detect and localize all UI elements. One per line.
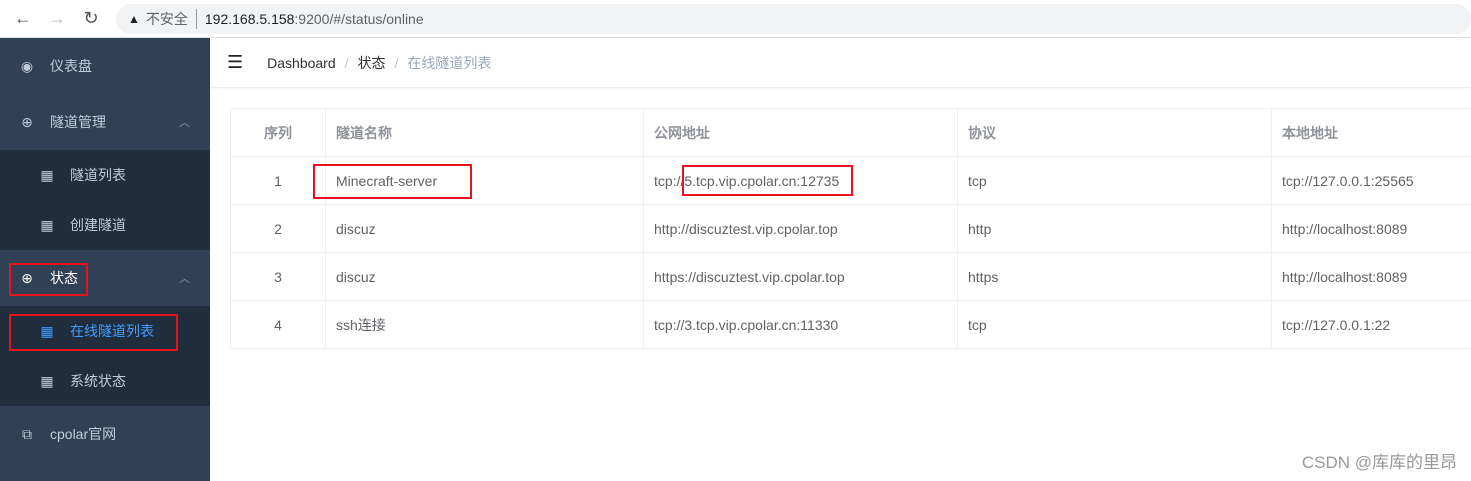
chevron-up-icon: ︿ (179, 273, 190, 285)
col-header: 本地地址 (1271, 108, 1471, 157)
sidebar: ◉ 仪表盘 ⊕ 隧道管理 ︿ ▦ 隧道列表 ▦ 创建隧道 ⊕ 状态 ︿ ▦ 在线隧道列表 ▦ 系统… (0, 38, 210, 481)
browser-toolbar: ← → ↻ ▲ 不安全 192.168.5.158:9200/#/status/… (0, 0, 1471, 38)
url-host: 192.168.5.158 (204, 10, 295, 27)
table-icon: ▦ (40, 372, 54, 389)
warning-icon: ▲ (128, 11, 140, 26)
table-cell: https://discuztest.vip.cpolar.top (643, 252, 958, 301)
label: 隧道列表 (70, 167, 126, 183)
table-cell: tcp://127.0.0.1:25565 (1271, 156, 1471, 205)
tunnel-table: 序列 隧道名称 公网地址 协议 本地地址 1 Minecraft-server tc… (230, 108, 1471, 349)
table-icon: ▦ (40, 216, 54, 233)
table-cell: 1 (230, 156, 326, 205)
breadcrumb-current: 在线隧道列表 (407, 54, 492, 71)
col-header: 隧道名称 (325, 108, 644, 157)
main-content: ☰ Dashboard / 状态 / 在线隧道列表 序列 隧道名称 公网地址 协议 … (210, 38, 1471, 481)
col-header: 公网地址 (643, 108, 958, 157)
table-cell: tcp://3.tcp.vip.cpolar.cn:11330 (643, 300, 958, 349)
table-cell: http://localhost:8089 (1271, 204, 1471, 253)
table-cell: http (957, 204, 1272, 253)
table-cell: http://localhost:8089 (1271, 252, 1471, 301)
table-header: 序列 隧道名称 公网地址 协议 本地地址 (230, 108, 1471, 157)
label: 隧道管理 (50, 114, 106, 130)
sidebar-item-dashboard[interactable]: ◉ 仪表盘 (0, 38, 210, 94)
sidebar-item-system-status[interactable]: ▦ 系统状态 (0, 356, 210, 406)
table-cell: 3 (230, 252, 326, 301)
table-cell: discuz (325, 252, 644, 301)
url-path: :9200/#/status/online (294, 10, 424, 27)
table-row: 3 discuz https://discuztest.vip.cpolar.top… (230, 252, 1471, 301)
circle-icon: ⊕ (21, 113, 33, 130)
dashboard-icon: ◉ (20, 57, 34, 74)
separator: / (394, 54, 399, 71)
table-cell: 2 (230, 204, 326, 253)
label: 创建隧道 (70, 217, 126, 233)
col-header: 协议 (957, 108, 1272, 157)
watermark: CSDN @库库的里昂 (1301, 453, 1457, 472)
sidebar-item-tunnel-list[interactable]: ▦ 隧道列表 (0, 150, 210, 200)
highlight-box (682, 165, 853, 196)
breadcrumb-status: 状态 (357, 54, 386, 71)
table-icon: ▦ (40, 166, 54, 183)
table-cell: https (957, 252, 1272, 301)
col-header: 序列 (230, 108, 326, 157)
insecure-label: 不安全 (146, 8, 197, 29)
separator: / (344, 54, 349, 71)
address-bar[interactable]: ▲ 不安全 192.168.5.158:9200/#/status/online (116, 3, 1471, 34)
table-cell: ssh连接 (325, 300, 644, 349)
reload-icon[interactable]: ↻ (80, 8, 102, 29)
table-cell: tcp://127.0.0.1:22 (1271, 300, 1471, 349)
header: ☰ Dashboard / 状态 / 在线隧道列表 (210, 38, 1471, 88)
highlight-box (9, 314, 178, 351)
table-row: 4 ssh连接 tcp://3.tcp.vip.cpolar.cn:11330 tcp… (230, 300, 1471, 349)
menu-toggle-icon[interactable]: ☰ (227, 52, 243, 73)
highlight-box (313, 164, 472, 199)
sidebar-item-tunnel-mgmt[interactable]: ⊕ 隧道管理 ︿ (0, 94, 210, 150)
external-link-icon: ⧉ (22, 425, 32, 442)
chevron-up-icon: ︿ (179, 117, 190, 129)
table-row: 2 discuz http://discuztest.vip.cpolar.top h… (230, 204, 1471, 253)
label: 仪表盘 (50, 58, 92, 74)
breadcrumb-dashboard[interactable]: Dashboard (267, 55, 336, 71)
sidebar-item-create-tunnel[interactable]: ▦ 创建隧道 (0, 200, 210, 250)
back-icon[interactable]: ← (12, 8, 34, 29)
forward-icon[interactable]: → (46, 8, 68, 29)
table-cell: http://discuztest.vip.cpolar.top (643, 204, 958, 253)
table-cell: 4 (230, 300, 326, 349)
label: cpolar官网 (50, 426, 117, 442)
label: 系统状态 (70, 373, 126, 389)
sidebar-item-cpolar-site[interactable]: ⧉ cpolar官网 (0, 406, 210, 462)
highlight-box (9, 263, 88, 296)
table-cell: tcp (957, 156, 1272, 205)
table-cell: tcp (957, 300, 1272, 349)
table-cell: discuz (325, 204, 644, 253)
